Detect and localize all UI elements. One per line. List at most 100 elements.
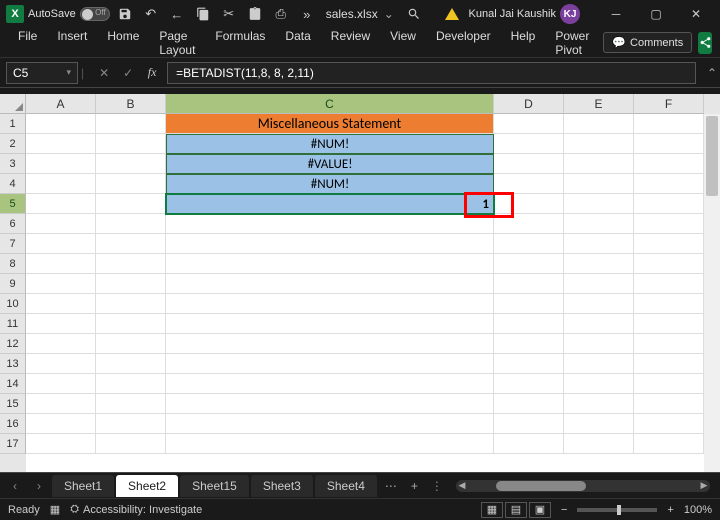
- cell-B4[interactable]: [96, 174, 166, 194]
- cell-C9[interactable]: [166, 274, 494, 294]
- accessibility-status[interactable]: ⛭ Accessibility: Investigate: [70, 503, 202, 516]
- menu-data[interactable]: Data: [275, 25, 320, 61]
- cell-B12[interactable]: [96, 334, 166, 354]
- close-button[interactable]: ✕: [678, 0, 714, 28]
- select-all-corner[interactable]: [0, 94, 26, 114]
- cell-B7[interactable]: [96, 234, 166, 254]
- cell-E10[interactable]: [564, 294, 634, 314]
- cell-D15[interactable]: [494, 394, 564, 414]
- horizontal-scrollbar[interactable]: ◀ ▶: [456, 480, 710, 492]
- cell-F14[interactable]: [634, 374, 704, 394]
- cell-D3[interactable]: [494, 154, 564, 174]
- cell-D13[interactable]: [494, 354, 564, 374]
- col-header-C[interactable]: C: [166, 94, 494, 114]
- cell-F9[interactable]: [634, 274, 704, 294]
- cell-A13[interactable]: [26, 354, 96, 374]
- user-avatar[interactable]: KJ: [560, 4, 580, 24]
- cell-A7[interactable]: [26, 234, 96, 254]
- sheet-tab-sheet3[interactable]: Sheet3: [251, 475, 313, 497]
- quick-print-icon[interactable]: ⎙: [270, 3, 292, 25]
- cell-D16[interactable]: [494, 414, 564, 434]
- zoom-out-button[interactable]: −: [561, 504, 567, 516]
- expand-formula-icon[interactable]: ⌃: [704, 66, 720, 80]
- formula-input[interactable]: =BETADIST(11,8, 8, 2,11): [167, 62, 696, 84]
- cell-F5[interactable]: [634, 194, 704, 214]
- cell-F2[interactable]: [634, 134, 704, 154]
- menu-insert[interactable]: Insert: [47, 25, 97, 61]
- filename-chevron-icon[interactable]: ⌄: [384, 7, 394, 21]
- menu-view[interactable]: View: [380, 25, 426, 61]
- row-header-14[interactable]: 14: [0, 374, 26, 394]
- row-header-3[interactable]: 3: [0, 154, 26, 174]
- menu-review[interactable]: Review: [321, 25, 380, 61]
- menu-home[interactable]: Home: [97, 25, 149, 61]
- cell-B6[interactable]: [96, 214, 166, 234]
- cut-icon[interactable]: ✂: [218, 3, 240, 25]
- row-header-2[interactable]: 2: [0, 134, 26, 154]
- cell-D17[interactable]: [494, 434, 564, 454]
- menu-power-pivot[interactable]: Power Pivot: [545, 25, 599, 61]
- cell-D14[interactable]: [494, 374, 564, 394]
- cell-C14[interactable]: [166, 374, 494, 394]
- cell-B15[interactable]: [96, 394, 166, 414]
- cell-F13[interactable]: [634, 354, 704, 374]
- col-header-B[interactable]: B: [96, 94, 166, 114]
- cell-A12[interactable]: [26, 334, 96, 354]
- cell-D10[interactable]: [494, 294, 564, 314]
- cell-D6[interactable]: [494, 214, 564, 234]
- chevron-down-icon[interactable]: ▾: [66, 67, 71, 78]
- cell-F16[interactable]: [634, 414, 704, 434]
- normal-view-button[interactable]: ▦: [481, 502, 503, 518]
- cell-B10[interactable]: [96, 294, 166, 314]
- vertical-scrollbar[interactable]: [704, 114, 720, 472]
- row-header-5[interactable]: 5: [0, 194, 26, 214]
- cell-C4[interactable]: #NUM!: [166, 174, 494, 194]
- maximize-button[interactable]: ▢: [638, 0, 674, 28]
- cell-E2[interactable]: [564, 134, 634, 154]
- cell-D9[interactable]: [494, 274, 564, 294]
- cell-E6[interactable]: [564, 214, 634, 234]
- cell-E3[interactable]: [564, 154, 634, 174]
- cell-A4[interactable]: [26, 174, 96, 194]
- paste-icon[interactable]: [244, 3, 266, 25]
- cells-area[interactable]: Miscellaneous Statement#NUM!#VALUE!#NUM!…: [26, 114, 720, 472]
- row-header-8[interactable]: 8: [0, 254, 26, 274]
- row-header-13[interactable]: 13: [0, 354, 26, 374]
- cell-E9[interactable]: [564, 274, 634, 294]
- row-header-9[interactable]: 9: [0, 274, 26, 294]
- row-header-6[interactable]: 6: [0, 214, 26, 234]
- row-header-15[interactable]: 15: [0, 394, 26, 414]
- row-header-1[interactable]: 1: [0, 114, 26, 134]
- cell-C6[interactable]: [166, 214, 494, 234]
- menu-file[interactable]: File: [8, 25, 47, 61]
- cell-C2[interactable]: #NUM!: [166, 134, 494, 154]
- cell-A3[interactable]: [26, 154, 96, 174]
- row-header-17[interactable]: 17: [0, 434, 26, 454]
- cell-A17[interactable]: [26, 434, 96, 454]
- cell-C1[interactable]: Miscellaneous Statement: [166, 114, 494, 134]
- cell-E1[interactable]: [564, 114, 634, 134]
- tab-prev-button[interactable]: ‹: [4, 476, 26, 496]
- cell-C13[interactable]: [166, 354, 494, 374]
- cell-A16[interactable]: [26, 414, 96, 434]
- cell-A11[interactable]: [26, 314, 96, 334]
- sheet-tab-sheet4[interactable]: Sheet4: [315, 475, 377, 497]
- cell-F11[interactable]: [634, 314, 704, 334]
- cell-F7[interactable]: [634, 234, 704, 254]
- page-break-view-button[interactable]: ▣: [529, 502, 551, 518]
- autosave-toggle[interactable]: AutoSave Off: [28, 7, 110, 21]
- cell-C11[interactable]: [166, 314, 494, 334]
- cell-A2[interactable]: [26, 134, 96, 154]
- menu-page-layout[interactable]: Page Layout: [149, 25, 205, 61]
- macro-icon[interactable]: ▦: [50, 503, 60, 516]
- minimize-button[interactable]: ─: [598, 0, 634, 28]
- cell-E13[interactable]: [564, 354, 634, 374]
- cell-F15[interactable]: [634, 394, 704, 414]
- cell-C3[interactable]: #VALUE!: [166, 154, 494, 174]
- zoom-level[interactable]: 100%: [684, 504, 712, 516]
- cell-E8[interactable]: [564, 254, 634, 274]
- cell-C15[interactable]: [166, 394, 494, 414]
- cell-B13[interactable]: [96, 354, 166, 374]
- cell-E12[interactable]: [564, 334, 634, 354]
- cell-C7[interactable]: [166, 234, 494, 254]
